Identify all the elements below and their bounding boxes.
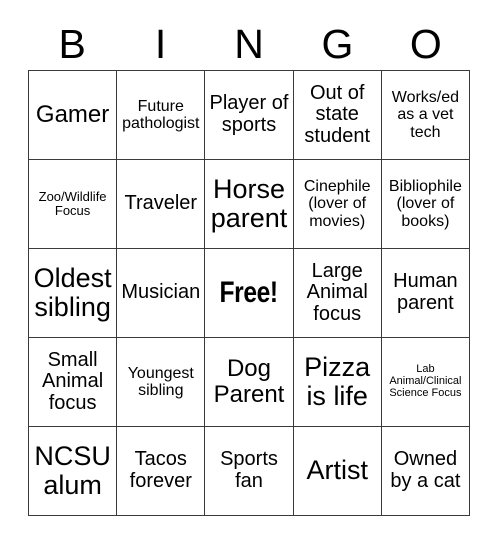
bingo-cell[interactable]: Artist (293, 427, 382, 516)
bingo-cell[interactable]: Large Animal focus (293, 249, 382, 338)
bingo-cell-label: Traveler (124, 192, 198, 215)
bingo-cell[interactable]: NCSU alum (29, 427, 118, 516)
bingo-header-letter-b: B (58, 20, 86, 67)
bingo-cell[interactable]: Lab Animal/Clinical Science Focus (381, 338, 470, 427)
bingo-cell[interactable]: Traveler (117, 160, 206, 249)
bingo-cell-label: Zoo/Wildlife Focus (38, 188, 107, 218)
bingo-cell[interactable]: Zoo/Wildlife Focus (29, 160, 118, 249)
bingo-cell-label: Large Animal focus (306, 259, 368, 325)
bingo-cell-label: Dog Parent (213, 355, 285, 408)
bingo-cell[interactable]: Cinephile (lover of movies) (293, 160, 382, 249)
bingo-free-space[interactable]: Free! (205, 249, 294, 338)
bingo-cell[interactable]: Bibliophile (lover of books) (381, 160, 470, 249)
bingo-cell[interactable]: Gamer (29, 71, 118, 160)
bingo-cell[interactable]: Oldest sibling (29, 249, 118, 338)
bingo-cell[interactable]: Owned by a cat (381, 427, 470, 516)
bingo-cell[interactable]: Horse parent (205, 160, 294, 249)
bingo-cell-label: Horse parent (210, 173, 288, 233)
bingo-cell[interactable]: Pizza is life (293, 338, 382, 427)
bingo-cell-label: Small Animal focus (42, 348, 104, 414)
bingo-header-letter-i: I (154, 20, 167, 67)
bingo-cell-label: NCSU alum (34, 440, 111, 500)
bingo-cell-label: Artist (306, 455, 368, 486)
bingo-card: B I N G O Gamer Future pathologist Player of s… (0, 0, 500, 544)
bingo-cell-label: Out of state student (304, 81, 370, 147)
bingo-cell[interactable]: Player of sports (205, 71, 294, 160)
bingo-header-letter-o: O (409, 20, 442, 67)
bingo-header-letter-g: G (321, 20, 354, 67)
bingo-cell-label: Pizza is life (304, 351, 371, 411)
bingo-grid: Gamer Future pathologist Player of sports O… (28, 70, 470, 516)
bingo-header-letter-n: N (234, 20, 264, 67)
bingo-cell-label: Youngest sibling (127, 364, 194, 399)
bingo-cell[interactable]: Tacos forever (117, 427, 206, 516)
bingo-header: BINGO (28, 18, 470, 70)
bingo-cell[interactable]: Dog Parent (205, 338, 294, 427)
bingo-cell-label: Cinephile (lover of movies) (303, 178, 371, 230)
bingo-cell-label: Musician (121, 281, 201, 304)
bingo-cell[interactable]: Human parent (381, 249, 470, 338)
bingo-cell[interactable]: Out of state student (293, 71, 382, 160)
bingo-cell-label: Gamer (35, 101, 110, 129)
bingo-cell[interactable]: Future pathologist (117, 71, 206, 160)
bingo-cell-label: Player of sports (209, 92, 289, 136)
bingo-cell[interactable]: Youngest sibling (117, 338, 206, 427)
bingo-cell-label: Oldest sibling (33, 262, 112, 322)
bingo-cell-label: Future pathologist (122, 97, 200, 132)
bingo-cell[interactable]: Small Animal focus (29, 338, 118, 427)
bingo-cell-label: Free! (219, 275, 279, 309)
bingo-cell-label: Human parent (393, 270, 458, 314)
bingo-cell-label: Sports fan (220, 448, 278, 492)
bingo-cell-label: Works/ed as a vet tech (391, 89, 460, 141)
bingo-cell[interactable]: Sports fan (205, 427, 294, 516)
bingo-cell-label: Tacos forever (129, 448, 192, 492)
bingo-cell-label: Bibliophile (lover of books) (388, 178, 462, 230)
bingo-cell[interactable]: Works/ed as a vet tech (381, 71, 470, 160)
bingo-cell-label: Owned by a cat (390, 448, 461, 492)
bingo-cell-label: Lab Animal/Clinical Science Focus (389, 363, 462, 399)
bingo-cell[interactable]: Musician (117, 249, 206, 338)
